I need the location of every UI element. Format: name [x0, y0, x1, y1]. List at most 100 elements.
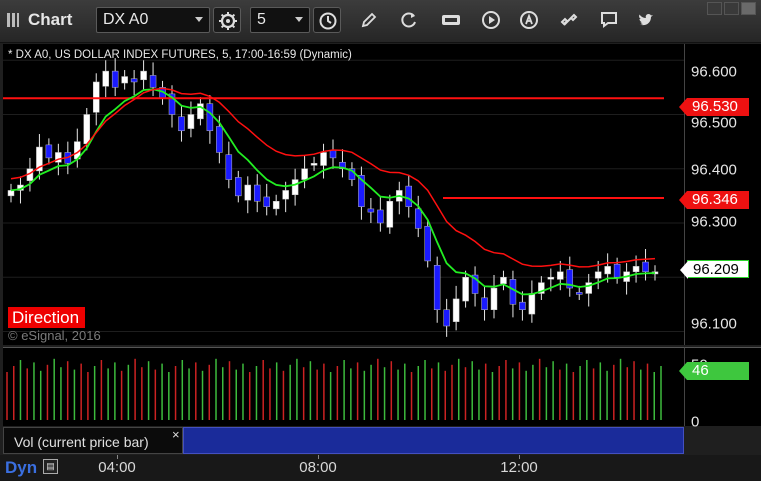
candle-body [102, 70, 109, 87]
window-title: Chart [28, 10, 73, 29]
candle-body [452, 298, 460, 322]
close-icon[interactable]: × [172, 427, 180, 442]
price-tick-label: 96.600 [691, 63, 737, 81]
chevron-down-icon[interactable] [195, 17, 203, 22]
candle-body [83, 114, 91, 145]
get-data-button[interactable] [437, 7, 465, 33]
dynamic-mode-label[interactable]: Dyn [5, 458, 37, 478]
candle-body [235, 177, 242, 197]
candle-body [178, 116, 185, 132]
candle-body [121, 76, 128, 84]
comment-icon [601, 12, 617, 28]
candle-body [575, 292, 583, 295]
get-icon [442, 15, 460, 25]
candle-body [405, 185, 413, 207]
alert-button[interactable] [515, 7, 543, 33]
link-button[interactable] [555, 7, 583, 33]
price-tick-label: 96.400 [691, 161, 737, 179]
candle-body [310, 163, 318, 166]
volume-axis[interactable]: 50 0 46 [679, 347, 761, 431]
volume-panel[interactable] [3, 347, 684, 426]
candle-body [519, 301, 526, 310]
candle-body [92, 81, 100, 113]
candle-body [594, 271, 602, 279]
price-chart-panel[interactable]: * DX A0, US DOLLAR INDEX FUTURES, 5, 17:… [3, 44, 684, 345]
candle-body [272, 201, 280, 210]
candle-body [414, 208, 422, 229]
candle-body [7, 190, 15, 197]
candle-body [244, 184, 252, 201]
volume-tick-label: 0 [691, 413, 700, 431]
candle-body [263, 196, 270, 207]
candle-body [528, 293, 536, 315]
last-price-flag: 96.209 [680, 260, 749, 279]
play-button[interactable] [477, 7, 505, 33]
candle-body [253, 184, 261, 202]
candle-body [557, 271, 564, 280]
time-label: 12:00 [500, 459, 538, 476]
price-tick-label: 96.100 [691, 315, 737, 333]
candle-body [367, 208, 375, 213]
chevron-down-icon[interactable] [295, 17, 303, 22]
candle-body [187, 114, 195, 129]
comment-button[interactable] [595, 7, 623, 33]
draw-tool-button[interactable] [355, 7, 383, 33]
price-grid [3, 59, 684, 332]
candle-body [547, 276, 555, 280]
minimize-button[interactable] [707, 2, 722, 15]
candle-body [216, 126, 223, 153]
refresh-icon [401, 12, 416, 28]
candle-body [481, 297, 488, 310]
price-axis[interactable]: 96.600 96.500 96.400 96.300 96.100 96.53… [679, 44, 761, 345]
twitter-button[interactable] [632, 7, 660, 33]
time-label: 08:00 [299, 459, 337, 476]
grip-icon[interactable] [6, 12, 20, 28]
time-label: 04:00 [98, 459, 136, 476]
lock-icon[interactable]: ▤ [43, 459, 58, 474]
candle-body [490, 287, 498, 310]
candle-body [377, 209, 384, 224]
volume-chart[interactable] [3, 348, 684, 426]
candle-body [130, 78, 138, 83]
study-strip[interactable] [183, 427, 684, 454]
copyright-text: © eSignal, 2016 [8, 328, 101, 343]
candle-body [424, 225, 431, 262]
twitter-icon [639, 14, 653, 26]
candle-body [149, 75, 157, 88]
settings-gear-button[interactable] [213, 7, 241, 33]
symbol-value: DX A0 [103, 11, 149, 28]
time-template-button[interactable] [313, 7, 341, 33]
chart-toolbar: Chart DX A0 5 [0, 0, 761, 43]
interval-input[interactable]: 5 [250, 7, 310, 33]
candle-body [140, 70, 147, 81]
candle-body [386, 201, 394, 228]
time-axis[interactable]: Dyn ▤ 04:00 08:00 12:00 [0, 455, 761, 481]
candle-body [320, 152, 327, 166]
direction-label: Direction [8, 307, 86, 328]
candle-body [45, 144, 53, 159]
candle-body [433, 265, 441, 310]
volume-study-tab[interactable]: Vol (current price bar) × [3, 427, 183, 454]
candle-body [613, 263, 621, 278]
upper-level-flag: 96.530 [679, 98, 749, 116]
candle-body [225, 154, 233, 180]
price-tick-label: 96.300 [691, 213, 737, 231]
lower-level-flag: 96.346 [679, 191, 749, 209]
volume-value-flag: 46 [679, 362, 749, 380]
candle-body [443, 309, 450, 327]
link-icon [560, 13, 578, 26]
price-chart[interactable] [3, 44, 684, 345]
refresh-button[interactable] [395, 7, 423, 33]
symbol-input[interactable]: DX A0 [96, 7, 210, 33]
candle-body [604, 266, 611, 275]
clock-icon [319, 12, 337, 30]
symbol-description: * DX A0, US DOLLAR INDEX FUTURES, 5, 17:… [8, 49, 352, 61]
maximize-button[interactable] [724, 2, 739, 15]
close-window-button[interactable] [741, 2, 756, 15]
candle-body [206, 103, 214, 132]
play-icon [482, 11, 500, 29]
candle-body [329, 150, 337, 159]
candle-body [301, 168, 308, 180]
price-tick-label: 96.500 [691, 114, 737, 132]
volume-study-label: Vol (current price bar) [14, 434, 149, 450]
